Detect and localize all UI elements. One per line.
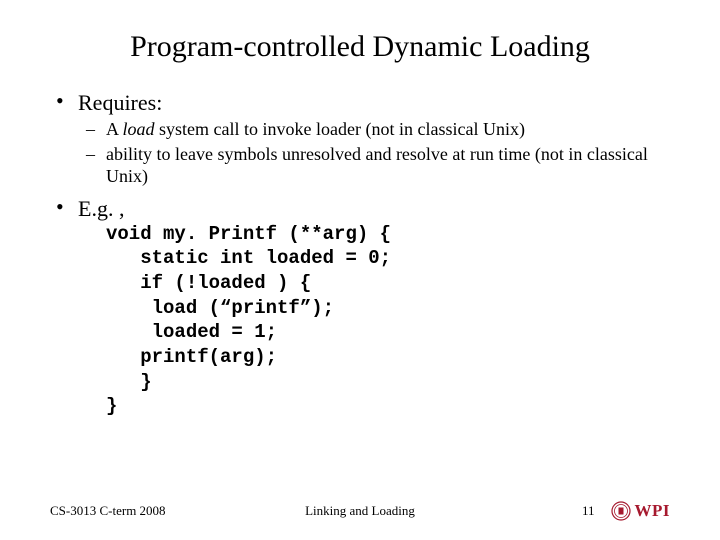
slide-title: Program-controlled Dynamic Loading <box>50 30 670 64</box>
sub1-post: system call to invoke loader (not in cla… <box>155 119 525 139</box>
wpi-seal-icon <box>611 501 631 521</box>
wpi-logo: WPI <box>611 501 671 521</box>
slide: Program-controlled Dynamic Loading Requi… <box>0 0 720 540</box>
sub-bullet-load-syscall: A load system call to invoke loader (not… <box>78 118 670 141</box>
code-block: void my. Printf (**arg) { static int loa… <box>106 222 670 420</box>
bullet-list: Requires: A load system call to invoke l… <box>50 90 670 419</box>
slide-footer: CS-3013 C-term 2008 Linking and Loading … <box>50 496 670 526</box>
sub-list-requires: A load system call to invoke loader (not… <box>78 118 670 188</box>
wpi-logo-text: WPI <box>635 501 671 521</box>
footer-topic: Linking and Loading <box>50 503 670 519</box>
sub-bullet-unresolved-symbols: ability to leave symbols unresolved and … <box>78 143 670 188</box>
bullet-requires: Requires: A load system call to invoke l… <box>50 90 670 188</box>
bullet-eg-label: E.g. , <box>78 196 124 221</box>
bullet-requires-label: Requires: <box>78 90 162 115</box>
bullet-eg: E.g. , void my. Printf (**arg) { static … <box>50 196 670 420</box>
footer-right-group: 11 WPI <box>582 501 670 521</box>
sub1-pre: A <box>106 119 123 139</box>
footer-page-number: 11 <box>582 503 595 519</box>
sub1-emph: load <box>123 119 155 139</box>
